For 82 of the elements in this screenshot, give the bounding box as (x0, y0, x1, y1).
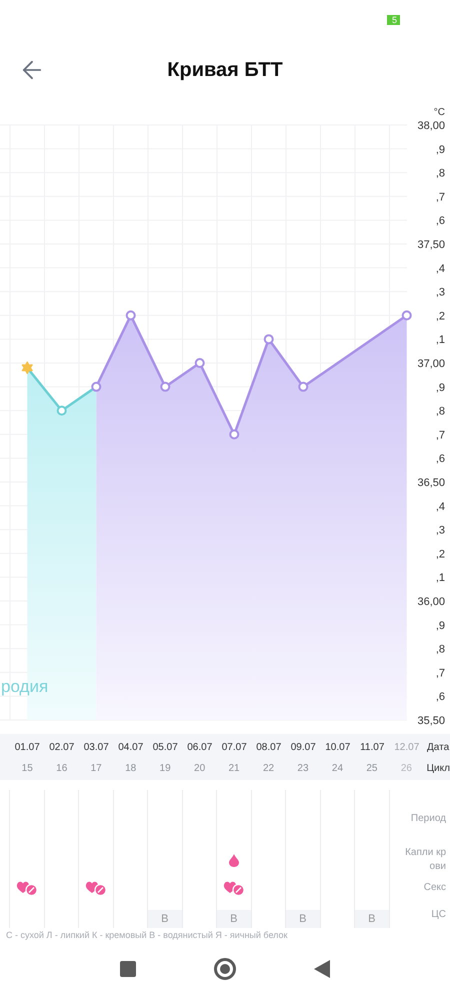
row-label: Капли крови (404, 846, 446, 874)
y-tick-label: ,4 (436, 500, 445, 513)
home-button[interactable] (214, 958, 236, 980)
data-point (56, 406, 67, 416)
phase-label: родия (1, 677, 48, 696)
cycle-day-label: 21 (227, 762, 241, 776)
date-row-label: Дата (427, 740, 450, 754)
date-label: 06.07 (186, 740, 214, 754)
cycle-day-label: 17 (90, 762, 103, 776)
legend-text: С - сухой Л - липкий К - кремовый В - водянистый Я - яичный белок (5, 929, 288, 942)
cycle-day-label: 18 (124, 762, 138, 776)
cycle-day-label: 15 (20, 762, 34, 776)
data-point (229, 429, 240, 440)
y-tick-label: ,6 (436, 691, 445, 704)
row-label: Секс (424, 881, 446, 895)
data-point (160, 382, 170, 392)
y-tick-label: ,8 (436, 406, 445, 418)
y-tick-label: 36,50 (417, 477, 445, 489)
heart-pill-icon (222, 880, 245, 896)
date-label: 10.07 (324, 740, 352, 754)
y-tick-label: ,1 (436, 334, 445, 346)
cycle-day-label: 26 (400, 762, 413, 776)
date-label: 09.07 (290, 740, 317, 754)
y-tick-label: ,2 (436, 548, 445, 560)
flower-marker (22, 362, 33, 374)
data-point (126, 310, 136, 320)
recents-button[interactable] (120, 961, 136, 978)
cs-cell: В (355, 910, 388, 928)
y-tick-label: 37,50 (417, 239, 445, 251)
cycle-day-label: 16 (55, 762, 68, 776)
y-tick-label: 38,00 (417, 120, 445, 132)
date-label: 05.07 (152, 740, 179, 754)
cycle-day-label: 23 (296, 762, 310, 776)
unit-label: °C (434, 107, 445, 118)
y-tick-label: ,6 (436, 453, 445, 466)
cs-cell: В (148, 910, 182, 928)
date-label: 11.07 (359, 740, 386, 754)
data-point (194, 358, 205, 368)
date-label: 03.07 (82, 740, 110, 754)
date-label: 08.07 (255, 740, 282, 754)
data-point (402, 310, 412, 320)
y-tick-label: 36,00 (417, 596, 445, 608)
y-tick-label: ,8 (436, 644, 445, 656)
cycle-day-label: 19 (158, 762, 172, 776)
y-tick-label: ,7 (436, 191, 445, 204)
cycle-day-label: 24 (330, 762, 344, 776)
y-tick-label: 37,00 (417, 358, 445, 370)
row-label: ЦС (431, 908, 446, 922)
date-label: 07.07 (220, 740, 248, 754)
y-tick-label: ,7 (436, 667, 445, 680)
drop-icon (228, 854, 239, 866)
cycle-day-label: 25 (365, 762, 378, 776)
y-tick-label: ,3 (436, 286, 445, 299)
data-point (91, 382, 102, 392)
cs-cell: В (286, 910, 320, 928)
y-tick-label: ,1 (436, 572, 445, 584)
date-label: 02.07 (48, 740, 76, 754)
cycle-row-label: Цикл (426, 762, 450, 776)
back-nav-icon[interactable] (314, 960, 330, 978)
y-tick-label: ,3 (436, 524, 445, 537)
y-tick-label: ,8 (436, 168, 445, 180)
y-tick-label: ,4 (436, 262, 445, 275)
y-tick-label: ,9 (436, 620, 445, 632)
y-tick-label: ,7 (436, 429, 445, 442)
date-label: 12.07 (393, 740, 420, 754)
page-title: Кривая БТТ (167, 58, 283, 83)
y-tick-label: ,2 (436, 310, 445, 322)
heart-pill-icon (84, 880, 107, 896)
row-label: Период (410, 812, 446, 826)
heart-pill-icon (16, 880, 38, 896)
cs-cell: В (217, 910, 250, 928)
battery-icon: 5 (386, 15, 400, 25)
date-label: 04.07 (117, 740, 144, 754)
data-point (264, 334, 274, 344)
data-point (298, 382, 308, 392)
cycle-day-label: 20 (193, 762, 206, 776)
y-tick-label: ,6 (436, 215, 445, 228)
y-tick-label: ,9 (436, 144, 445, 156)
cycle-day-label: 22 (262, 762, 276, 776)
y-tick-label: ,9 (436, 382, 445, 394)
y-tick-label: 35,50 (417, 715, 445, 727)
date-label: 01.07 (14, 740, 41, 754)
